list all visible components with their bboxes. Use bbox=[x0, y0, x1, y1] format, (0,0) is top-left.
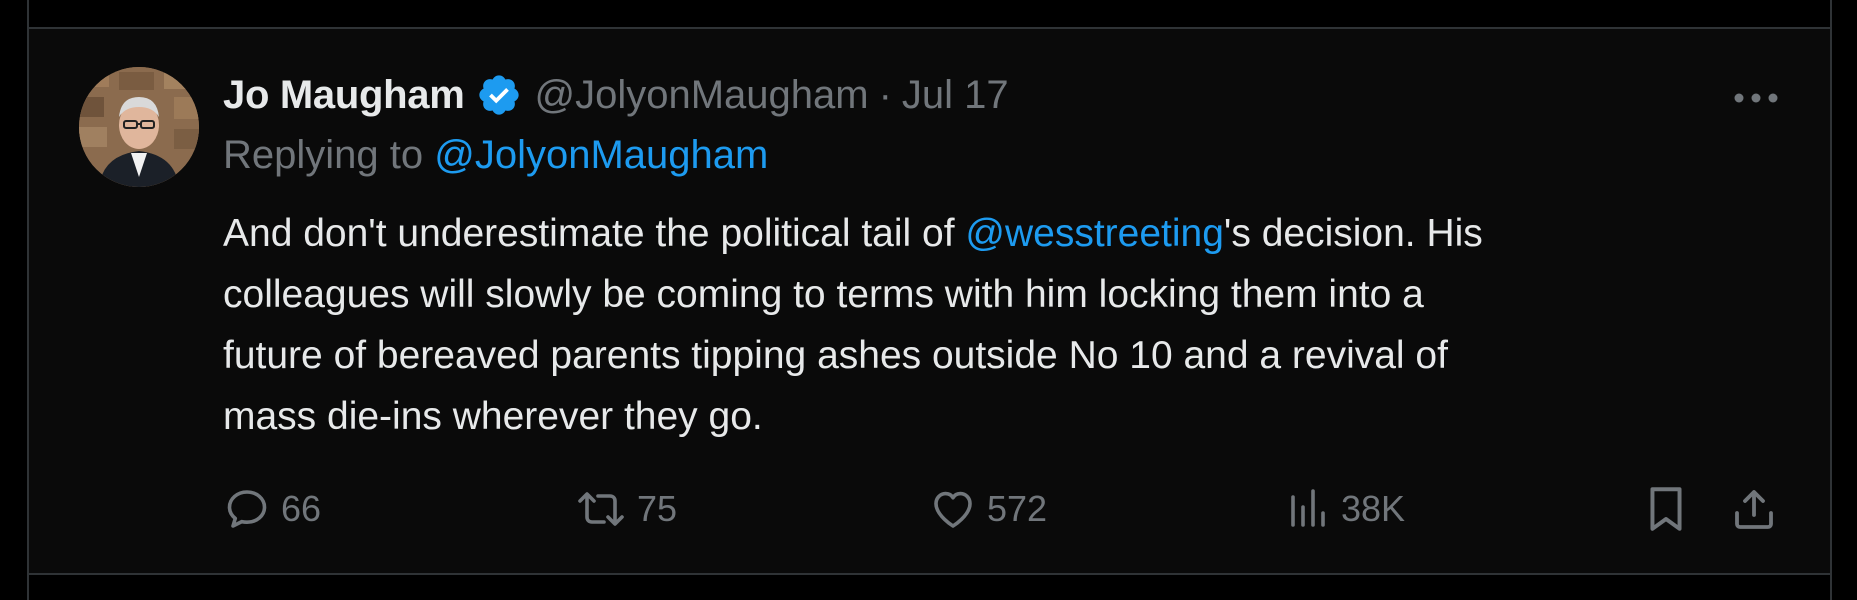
share-upload-icon bbox=[1735, 490, 1773, 529]
tweet-text-line-1: And don't underestimate the political ta… bbox=[223, 203, 1783, 264]
tweet-text-segment: And don't underestimate the political ta… bbox=[223, 212, 966, 255]
next-tweet-edge bbox=[27, 575, 1832, 600]
views-button[interactable]: 38K bbox=[1283, 481, 1405, 537]
header-separator: · bbox=[878, 72, 892, 117]
tweet-text-line-4: mass die-ins wherever they go. bbox=[223, 395, 763, 438]
page: Jo Maugham @JolyonMaugham · Jul 17 Reply… bbox=[0, 0, 1857, 600]
retweet-button[interactable]: 75 bbox=[575, 481, 677, 537]
replying-to-mention[interactable]: @JolyonMaugham bbox=[434, 133, 768, 177]
author-handle[interactable]: @JolyonMaugham bbox=[534, 73, 868, 118]
tweet-text: And don't underestimate the political ta… bbox=[223, 203, 1783, 447]
author-display-name[interactable]: Jo Maugham bbox=[223, 73, 465, 118]
like-count: 572 bbox=[987, 488, 1048, 529]
avatar[interactable] bbox=[79, 67, 199, 187]
verified-badge-icon[interactable] bbox=[476, 72, 522, 118]
reply-bubble-icon bbox=[227, 490, 267, 528]
bookmark-button[interactable] bbox=[1638, 481, 1694, 537]
retweet-count: 75 bbox=[637, 488, 678, 529]
mention-link[interactable]: @wesstreeting bbox=[965, 212, 1224, 255]
avatar-photo bbox=[79, 67, 199, 187]
reply-count: 66 bbox=[281, 488, 322, 529]
replying-to-label: Replying to bbox=[223, 133, 435, 177]
heart-icon bbox=[934, 491, 972, 528]
reply-button[interactable]: 66 bbox=[223, 481, 321, 537]
analytics-bars-icon bbox=[1291, 489, 1325, 527]
replying-to: Replying to @JolyonMaugham bbox=[223, 133, 768, 178]
bookmark-icon bbox=[1650, 487, 1682, 531]
tweet-header: Jo Maugham @JolyonMaugham · Jul 17 bbox=[223, 69, 1009, 121]
tweet-text-segment: 's decision. His bbox=[1223, 212, 1483, 255]
tweet-text-line-2: colleagues will slowly be coming to term… bbox=[223, 273, 1424, 316]
tweet-card[interactable]: Jo Maugham @JolyonMaugham · Jul 17 Reply… bbox=[27, 27, 1832, 575]
more-options-button[interactable] bbox=[1726, 73, 1786, 123]
tweet-text-line-3: future of bereaved parents tipping ashes… bbox=[223, 334, 1448, 377]
views-count: 38K bbox=[1341, 488, 1406, 529]
retweet-icon bbox=[578, 492, 624, 526]
like-button[interactable]: 572 bbox=[929, 481, 1047, 537]
share-button[interactable] bbox=[1726, 481, 1782, 537]
tweet-date[interactable]: Jul 17 bbox=[902, 73, 1009, 118]
previous-tweet-edge bbox=[27, 0, 1832, 27]
more-horizontal-icon bbox=[1734, 93, 1778, 103]
